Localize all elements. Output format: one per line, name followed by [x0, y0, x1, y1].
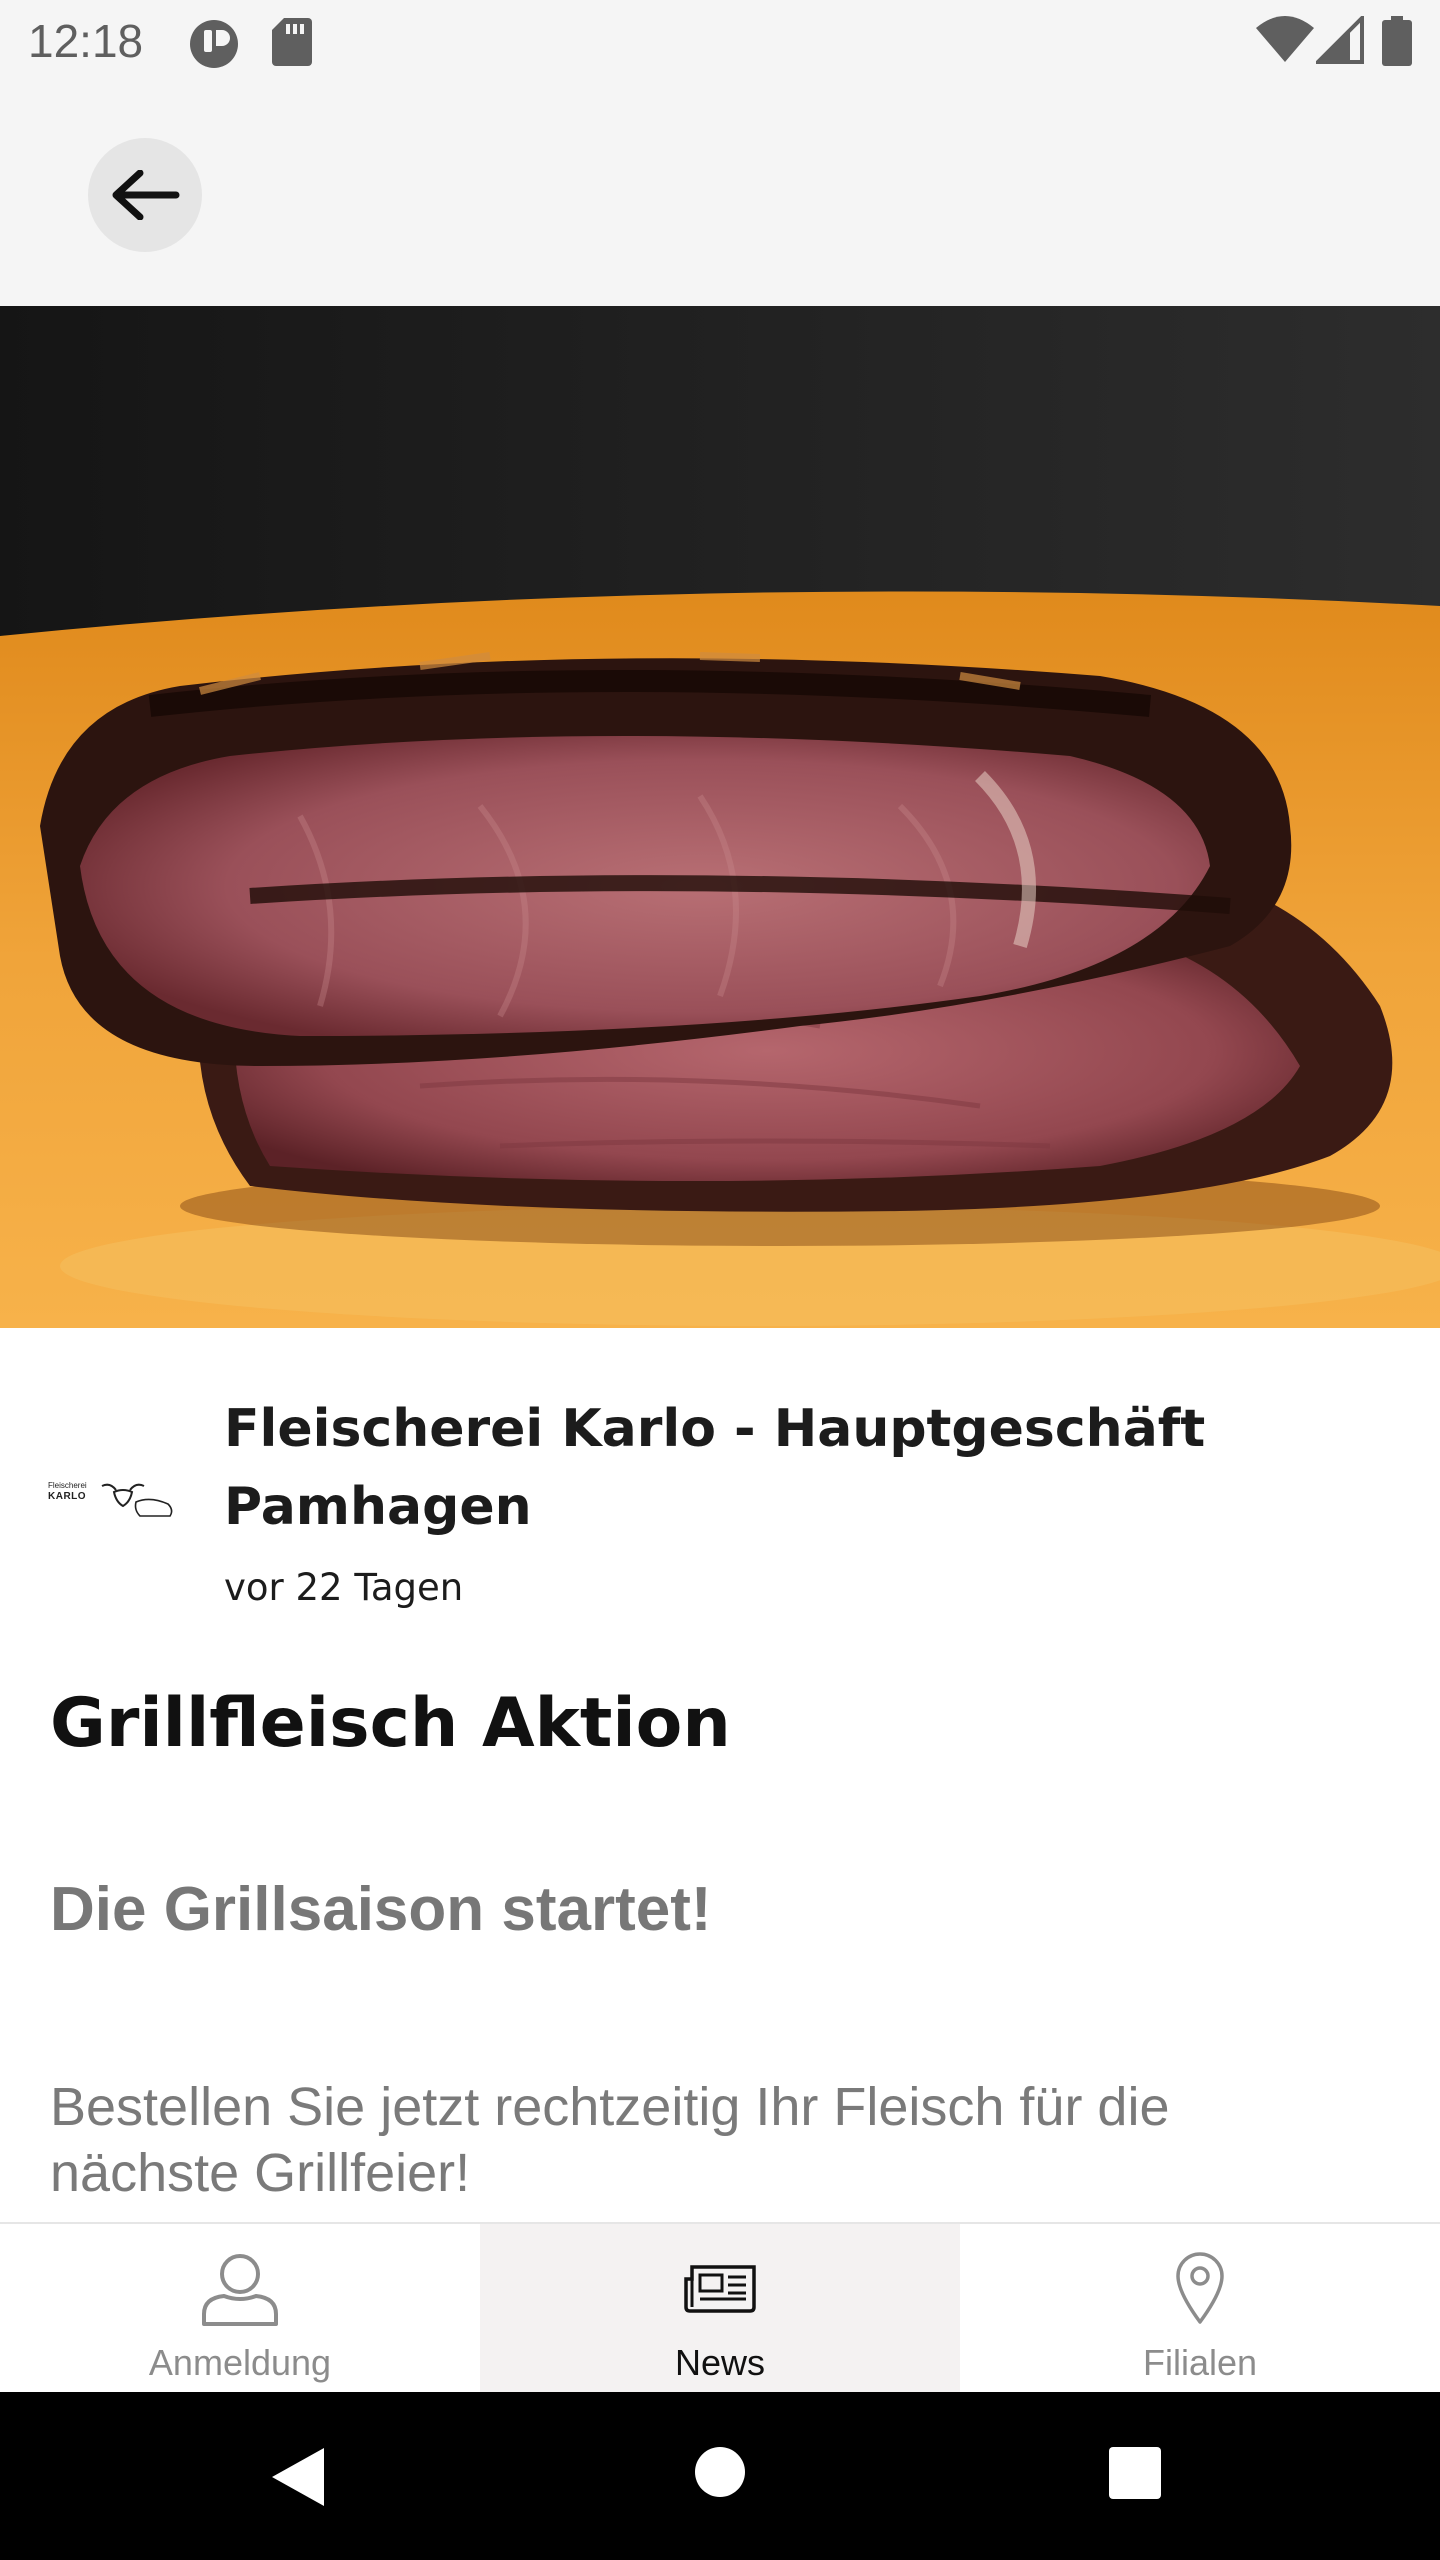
nav-item-anmeldung[interactable]: Anmeldung	[0, 2224, 480, 2392]
sd-card-icon	[272, 18, 312, 70]
logo-line1: Fleischerei	[48, 1481, 87, 1490]
shop-name[interactable]: Fleischerei Karlo - Hauptgeschäft Pamhag…	[224, 1390, 1344, 1546]
logo-line2: KARLO	[48, 1491, 87, 1502]
bull-logo-icon	[101, 1483, 173, 1517]
status-bar: 12:18	[0, 0, 1440, 84]
app-header	[0, 84, 1440, 306]
shop-logo: Fleischerei KARLO	[48, 1478, 176, 1528]
nav-item-news[interactable]: News	[480, 2224, 960, 2392]
back-button[interactable]	[88, 138, 202, 252]
back-triangle-icon[interactable]	[270, 2446, 326, 2512]
wifi-icon	[1256, 16, 1314, 68]
post-age: vor 22 Tagen	[224, 1566, 464, 1609]
post-subtitle: Die Grillsaison startet!	[50, 1875, 712, 1944]
system-navigation-bar	[0, 2392, 1440, 2560]
app-notification-icon	[188, 18, 240, 74]
bottom-navigation: Anmeldung News Filialen	[0, 2222, 1440, 2392]
status-time: 12:18	[28, 15, 144, 67]
nav-label-news: News	[674, 2342, 766, 2383]
post-body: Bestellen Sie jetzt rechtzeitig Ihr Flei…	[50, 2077, 1170, 2203]
signal-icon	[1313, 13, 1364, 68]
nav-item-filialen[interactable]: Filialen	[960, 2224, 1440, 2392]
nav-label-anmeldung: Anmeldung	[148, 2342, 332, 2383]
newspaper-icon	[682, 2250, 758, 2328]
recents-square-icon[interactable]	[1108, 2446, 1162, 2504]
arrow-left-icon	[112, 170, 180, 220]
battery-icon	[1382, 16, 1412, 70]
person-icon	[200, 2250, 280, 2328]
location-pin-icon	[1174, 2250, 1226, 2328]
news-detail: Fleischerei KARLO Fleischerei Karlo - Ha…	[0, 1328, 1440, 2222]
news-hero-image	[0, 306, 1440, 1328]
home-circle-icon[interactable]	[694, 2446, 746, 2502]
post-title: Grillfleisch Aktion	[50, 1684, 731, 1763]
nav-label-filialen: Filialen	[1142, 2342, 1258, 2383]
